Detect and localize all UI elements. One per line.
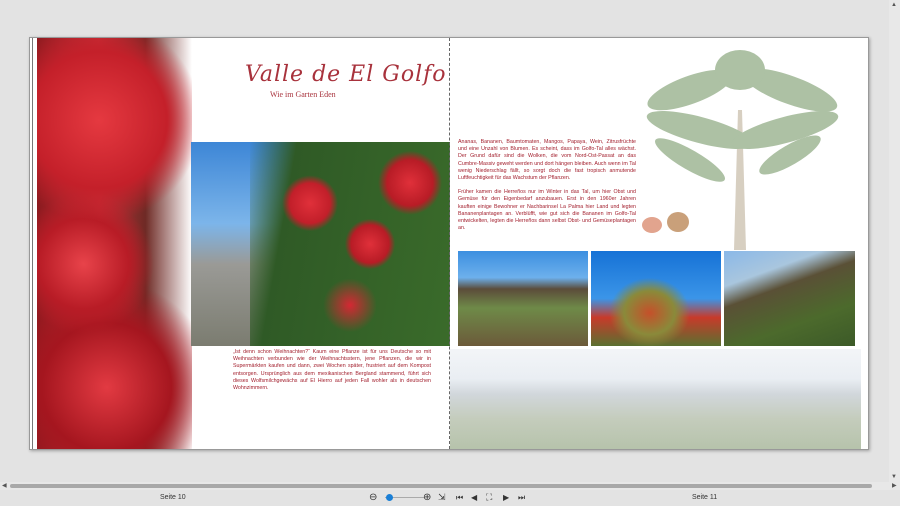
bottom-toolbar (0, 490, 900, 506)
left-page-label: Seite 10 (160, 494, 186, 501)
aloe-plant-photo[interactable] (591, 251, 721, 346)
left-text-block[interactable]: „Ist denn schon Weihnachten?“ Kaum eine … (233, 349, 431, 392)
page-title[interactable]: Valle de El Golfo (245, 62, 447, 87)
paragraph: Früher kamen die Herreños nur im Winter … (458, 189, 636, 232)
last-page-icon[interactable]: ⏭ (518, 491, 525, 504)
add-page-icon[interactable]: ⇲ (438, 491, 446, 504)
poinsettia-photo[interactable] (37, 38, 192, 449)
horizontal-scroll-thumb[interactable] (10, 484, 872, 488)
street-poinsettia-photo[interactable] (191, 142, 450, 346)
zoom-slider-handle[interactable] (386, 494, 393, 501)
vertical-scrollbar[interactable] (889, 0, 900, 482)
scroll-right-icon[interactable]: ▶ (892, 482, 897, 489)
next-page-icon[interactable]: ▶ (503, 491, 509, 504)
right-page-label: Seite 11 (692, 494, 718, 501)
zoom-in-icon[interactable]: ⊕ (423, 491, 431, 504)
first-page-icon[interactable]: ⏮ (456, 491, 463, 504)
book-spread: Valle de El Golfo Wie im Garten Eden „Is… (29, 37, 869, 450)
previous-page-icon[interactable]: ◀ (471, 491, 477, 504)
fit-to-window-icon[interactable]: ⛶ (486, 491, 492, 504)
right-text-block[interactable]: Ananas, Bananen, Baumtomaten, Mangos, Pa… (458, 139, 636, 232)
scroll-left-icon[interactable]: ◀ (2, 482, 7, 489)
zoom-out-icon[interactable]: ⊖ (369, 491, 377, 504)
papaya-tree-image[interactable] (630, 50, 850, 250)
scroll-up-icon[interactable]: ▲ (891, 2, 897, 8)
scroll-down-icon[interactable]: ▼ (891, 474, 897, 480)
valley-fields-photo[interactable] (458, 251, 588, 346)
faded-plantation-photo[interactable] (450, 349, 861, 449)
paragraph: Ananas, Bananen, Baumtomaten, Mangos, Pa… (458, 139, 636, 182)
mountain-cliff-photo[interactable] (724, 251, 855, 346)
page-subtitle[interactable]: Wie im Garten Eden (270, 90, 336, 99)
